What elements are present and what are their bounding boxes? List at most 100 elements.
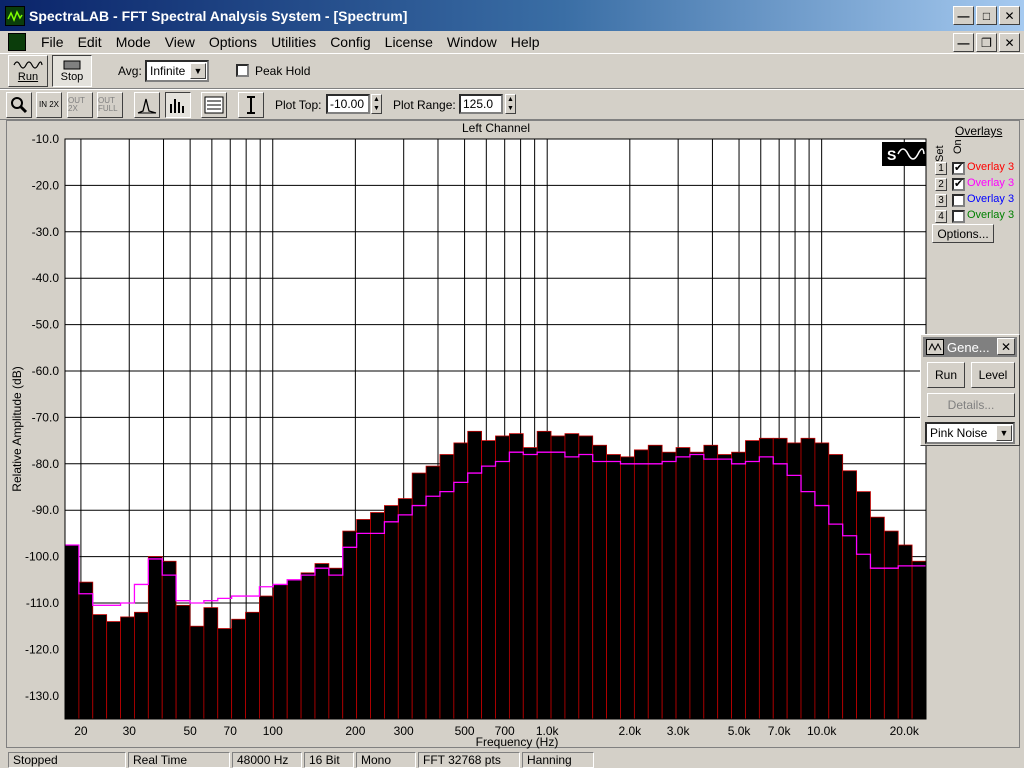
plot-top-input[interactable]: -10.00: [326, 94, 370, 114]
doc-restore-button[interactable]: ❐: [976, 33, 997, 52]
generator-run-label: Run: [934, 368, 957, 382]
y-scale-icon: [247, 96, 255, 114]
plot-top-spinner[interactable]: ▲ ▼: [371, 94, 382, 114]
overlay-label: Overlay 3: [967, 193, 1015, 205]
close-icon: ✕: [1004, 8, 1015, 23]
plot-settings-icon: [204, 96, 224, 114]
generator-run-button[interactable]: Run: [927, 362, 965, 388]
overlay-options-label: Options...: [937, 226, 989, 241]
generator-close-button[interactable]: ✕: [997, 338, 1015, 355]
generator-details-label: Details...: [947, 398, 995, 412]
generator-signal-select[interactable]: Pink Noise ▼: [925, 422, 1015, 444]
menu-edit[interactable]: Edit: [71, 34, 109, 50]
peak-hold-checkbox[interactable]: [236, 64, 249, 77]
status-state: Stopped: [8, 752, 126, 768]
plot-top-value: -10.00: [330, 97, 365, 111]
plot-range-input[interactable]: 125.0: [459, 94, 503, 114]
status-channels: Mono: [356, 752, 416, 768]
spectrum-view: [6, 120, 1020, 748]
menu-config[interactable]: Config: [323, 34, 377, 50]
title-bar: SpectraLAB - FFT Spectral Analysis Syste…: [0, 0, 1024, 31]
status-mode: Real Time: [128, 752, 230, 768]
overlay-on-checkbox[interactable]: [952, 194, 965, 207]
zoom-out-button[interactable]: OUT 2X: [67, 92, 93, 118]
overlay-options-button[interactable]: Options...: [932, 224, 994, 243]
stop-label: Stop: [60, 71, 84, 83]
stop-icon: [63, 60, 81, 70]
run-button[interactable]: Run: [8, 55, 48, 87]
status-window: Hanning: [522, 752, 594, 768]
avg-label: Avg:: [118, 64, 142, 78]
zoom-in-button[interactable]: IN 2X: [36, 92, 62, 118]
menu-view[interactable]: View: [158, 34, 202, 50]
zoom-button[interactable]: [6, 92, 32, 118]
avg-select[interactable]: Infinite ▼: [145, 60, 209, 82]
window-title: SpectraLAB - FFT Spectral Analysis Syste…: [29, 7, 408, 24]
zoom-full-button[interactable]: OUT FULL: [97, 92, 123, 118]
menu-help[interactable]: Help: [504, 34, 547, 50]
toolbar-run: Run Stop Avg: Infinite ▼ Peak Hold: [0, 53, 1024, 89]
overlays-set-label: Set: [934, 145, 946, 162]
bar-plot-button[interactable]: [165, 92, 191, 118]
run-label: Run: [17, 71, 39, 83]
wave-icon: [13, 61, 43, 69]
plot-range-label: Plot Range:: [393, 98, 456, 112]
menu-window[interactable]: Window: [440, 34, 504, 50]
overlay-on-checkbox[interactable]: ✔: [952, 178, 965, 191]
overlay-label: Overlay 3: [967, 161, 1015, 173]
doc-close-button[interactable]: ✕: [999, 33, 1020, 52]
generator-level-label: Level: [978, 368, 1008, 382]
close-icon: ✕: [1000, 339, 1012, 354]
generator-signal-value: Pink Noise: [930, 426, 988, 440]
zoom-out-label: OUT 2X: [68, 96, 85, 113]
overlays-panel: Overlays Set On 1 ✔ Overlay 3 2 ✔ Overlay 33O…: [930, 124, 1020, 254]
plot-range-value: 125.0: [463, 97, 494, 111]
line-plot-button[interactable]: [134, 92, 160, 118]
chevron-down-icon[interactable]: ▼: [996, 425, 1012, 441]
plot-settings-button[interactable]: [201, 92, 227, 118]
plot-range-spinner[interactable]: ▲ ▼: [505, 94, 516, 114]
close-button[interactable]: ✕: [999, 6, 1020, 25]
menu-bar: File Edit Mode View Options Utilities Co…: [0, 31, 1024, 53]
status-bit-depth: 16 Bit: [304, 752, 354, 768]
overlay-set-button[interactable]: 4: [935, 210, 947, 223]
close-icon: ✕: [1004, 35, 1015, 50]
generator-title: Gene...: [947, 339, 990, 355]
toolbar-plot: IN 2X OUT 2X OUT FULL Plot Top: -10.00 ▲…: [0, 89, 1024, 120]
status-sample-rate: 48000 Hz: [232, 752, 302, 768]
generator-icon: [926, 339, 944, 355]
overlays-on-label: On: [952, 139, 964, 154]
maximize-icon: □: [982, 8, 991, 23]
overlay-on-checkbox[interactable]: [952, 210, 965, 223]
overlay-set-button[interactable]: 1: [935, 162, 947, 175]
generator-window: Gene... ✕ Run Level Details... Pink Nois…: [920, 334, 1020, 446]
menu-options[interactable]: Options: [202, 34, 264, 50]
minimize-icon: —: [957, 8, 970, 23]
stop-button[interactable]: Stop: [52, 55, 92, 87]
overlays-title: Overlays: [955, 124, 1003, 138]
doc-minimize-button[interactable]: —: [953, 33, 974, 52]
menu-license[interactable]: License: [378, 34, 440, 50]
minimize-button[interactable]: —: [953, 6, 974, 25]
overlay-set-button[interactable]: 2: [935, 178, 947, 191]
avg-value: Infinite: [150, 64, 186, 78]
generator-details-button[interactable]: Details...: [927, 393, 1015, 417]
generator-title-bar[interactable]: Gene... ✕: [923, 337, 1017, 357]
zoom-full-label: OUT FULL: [98, 96, 118, 113]
menu-file[interactable]: File: [34, 34, 71, 50]
chevron-down-icon[interactable]: ▼: [190, 63, 206, 79]
overlay-label: Overlay 3: [967, 177, 1015, 189]
generator-level-button[interactable]: Level: [971, 362, 1015, 388]
line-plot-icon: [137, 98, 157, 114]
overlay-on-checkbox[interactable]: ✔: [952, 162, 965, 175]
overlay-label: Overlay 3: [967, 209, 1015, 221]
menu-utilities[interactable]: Utilities: [264, 34, 323, 50]
document-icon[interactable]: [8, 33, 26, 51]
minimize-icon: —: [957, 35, 970, 50]
overlay-set-button[interactable]: 3: [935, 194, 947, 207]
restore-icon: ❐: [981, 35, 992, 50]
menu-mode[interactable]: Mode: [109, 34, 158, 50]
y-scale-button[interactable]: [238, 92, 264, 118]
maximize-button[interactable]: □: [976, 6, 997, 25]
app-icon[interactable]: [5, 5, 25, 26]
